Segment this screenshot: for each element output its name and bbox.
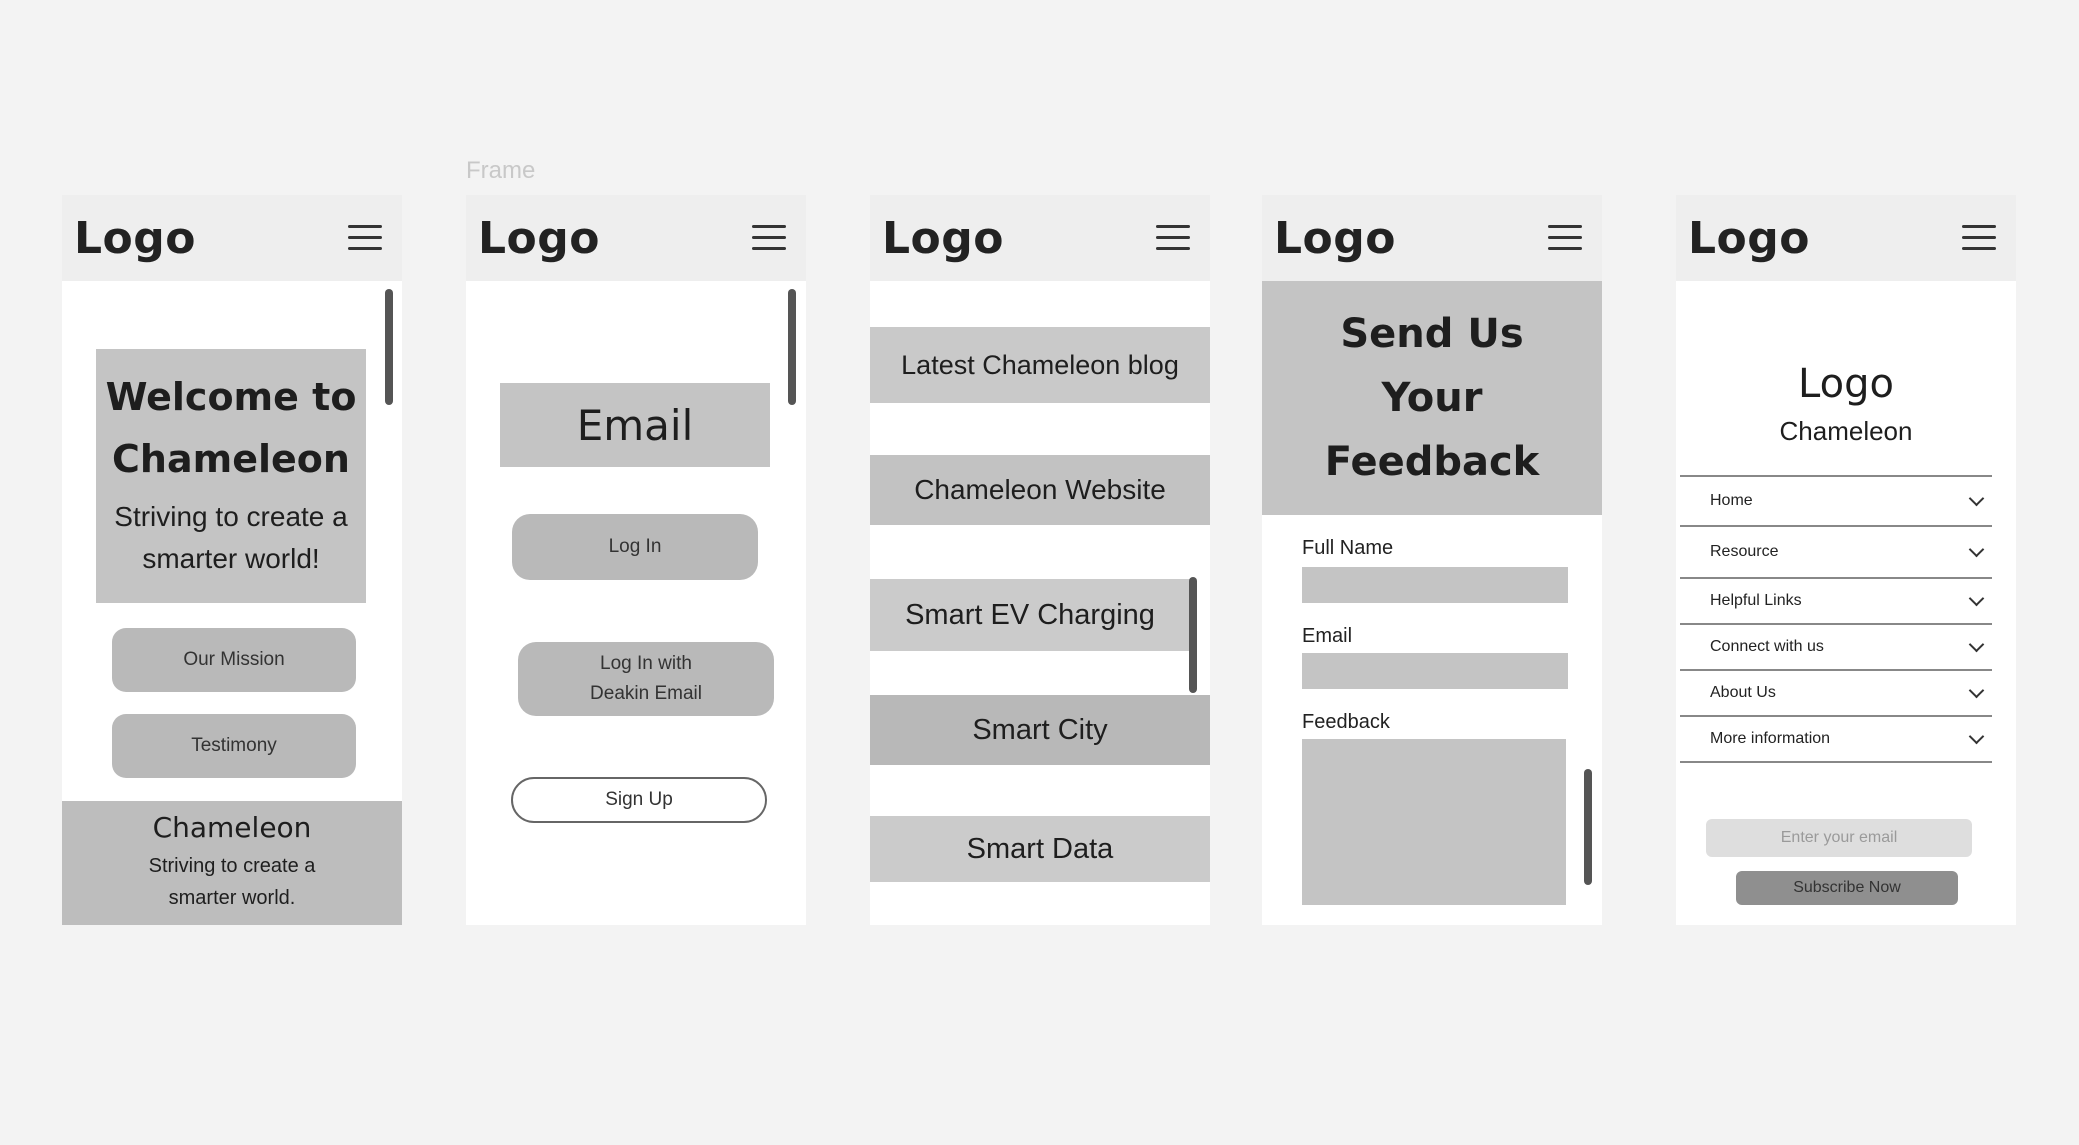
logo: Logo xyxy=(882,213,1004,264)
menu-item-about-us[interactable]: About Us xyxy=(1680,671,1992,717)
hero-subtitle: Striving to create a smarter world! xyxy=(114,501,348,574)
hero-section: Welcome to Chameleon Striving to create … xyxy=(96,349,366,603)
frame-label: Frame xyxy=(466,157,536,184)
chevron-down-icon xyxy=(1968,490,1985,506)
header: Logo xyxy=(1262,195,1602,281)
screen-home: Logo Welcome to Chameleon Striving to cr… xyxy=(62,195,402,925)
hero-title: Welcome to Chameleon xyxy=(105,375,357,481)
menu-item-label: Home xyxy=(1710,492,1753,509)
footer: Chameleon Striving to create a smarter w… xyxy=(62,801,402,925)
login-deakin-button[interactable]: Log In with Deakin Email xyxy=(518,642,774,716)
link-item-blog[interactable]: Latest Chameleon blog xyxy=(870,327,1210,403)
link-item-ev-charging[interactable]: Smart EV Charging xyxy=(870,579,1190,651)
email-label: Email xyxy=(1302,625,1353,647)
scrollbar[interactable] xyxy=(385,289,393,405)
chevron-down-icon xyxy=(1968,636,1985,652)
login-button[interactable]: Log In xyxy=(512,514,758,580)
menu-brand: Chameleon xyxy=(1779,415,1913,446)
menu-item-connect[interactable]: Connect with us xyxy=(1680,625,1992,671)
scrollbar[interactable] xyxy=(1189,577,1197,693)
menu-item-label: Resource xyxy=(1710,543,1779,560)
feedback-textarea[interactable] xyxy=(1302,739,1566,905)
screen-feedback: Logo Send Us Your Feedback Full Name Ema… xyxy=(1262,195,1602,925)
signup-button[interactable]: Sign Up xyxy=(511,777,767,823)
chevron-down-icon xyxy=(1968,728,1985,744)
header: Logo xyxy=(466,195,806,281)
hamburger-menu-icon[interactable] xyxy=(752,225,786,251)
footer-subtitle: Striving to create a smarter world. xyxy=(148,855,316,909)
menu-item-label: Helpful Links xyxy=(1710,592,1802,609)
menu-logo: Logo xyxy=(1798,361,1894,407)
menu-item-home[interactable]: Home xyxy=(1680,475,1992,527)
hamburger-menu-icon[interactable] xyxy=(1156,225,1190,251)
logo: Logo xyxy=(1688,213,1810,264)
link-item-smart-city[interactable]: Smart City xyxy=(870,695,1210,765)
screen-menu: Logo Logo Chameleon Home Resource Helpfu… xyxy=(1676,195,2016,925)
screen-body: Send Us Your Feedback Full Name Email Fe… xyxy=(1262,281,1602,925)
chevron-down-icon xyxy=(1968,541,1985,557)
screen-body: Latest Chameleon blog Chameleon Website … xyxy=(870,281,1210,925)
header: Logo xyxy=(1676,195,2016,281)
email-input[interactable]: Enter your email xyxy=(1706,819,1972,857)
screen-body: Welcome to Chameleon Striving to create … xyxy=(62,281,402,925)
link-item-smart-data[interactable]: Smart Data xyxy=(870,816,1210,882)
footer-title: Chameleon xyxy=(152,810,312,844)
chevron-down-icon xyxy=(1968,590,1985,606)
feedback-label: Feedback xyxy=(1302,711,1390,733)
email-heading: Email xyxy=(500,383,770,467)
email-field[interactable] xyxy=(1302,653,1568,689)
screen-body: Email Log In Log In with Deakin Email Si… xyxy=(466,281,806,925)
logo: Logo xyxy=(74,213,196,264)
menu-item-resource[interactable]: Resource xyxy=(1680,527,1992,579)
menu-item-label: About Us xyxy=(1710,684,1776,701)
scrollbar[interactable] xyxy=(1584,769,1592,885)
menu-item-label: Connect with us xyxy=(1710,638,1824,655)
hamburger-menu-icon[interactable] xyxy=(348,225,382,251)
full-name-field[interactable] xyxy=(1302,567,1568,603)
header: Logo xyxy=(62,195,402,281)
logo: Logo xyxy=(1274,213,1396,264)
subscribe-button[interactable]: Subscribe Now xyxy=(1736,871,1958,905)
header: Logo xyxy=(870,195,1210,281)
chevron-down-icon xyxy=(1968,682,1985,698)
menu-item-label: More information xyxy=(1710,730,1831,747)
scrollbar[interactable] xyxy=(788,289,796,405)
menu-item-more-info[interactable]: More information xyxy=(1680,717,1992,763)
screen-links: Logo Latest Chameleon blog Chameleon Web… xyxy=(870,195,1210,925)
screen-body: Logo Chameleon Home Resource Helpful Lin… xyxy=(1676,281,2016,925)
hamburger-menu-icon[interactable] xyxy=(1962,225,1996,251)
menu-item-helpful-links[interactable]: Helpful Links xyxy=(1680,579,1992,625)
logo: Logo xyxy=(478,213,600,264)
testimony-button[interactable]: Testimony xyxy=(112,714,356,778)
link-item-website[interactable]: Chameleon Website xyxy=(870,455,1210,525)
hamburger-menu-icon[interactable] xyxy=(1548,225,1582,251)
full-name-label: Full Name xyxy=(1302,537,1394,559)
our-mission-button[interactable]: Our Mission xyxy=(112,628,356,692)
screen-login: Logo Email Log In Log In with Deakin Ema… xyxy=(466,195,806,925)
feedback-heading: Send Us Your Feedback xyxy=(1262,281,1602,515)
